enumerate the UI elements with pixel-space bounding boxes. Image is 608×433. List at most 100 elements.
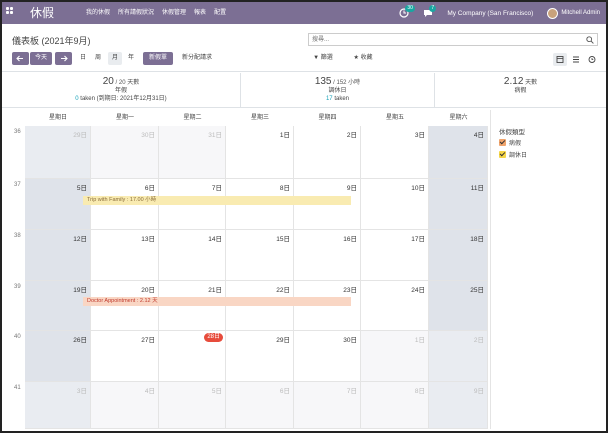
day-cell[interactable]: 13日 [91,230,159,281]
activity-clock-icon[interactable]: 30 [399,5,415,18]
day-cell[interactable]: 23日 [294,281,361,331]
messages-icon[interactable]: 7 [423,5,437,18]
day-cell[interactable]: 29日 [25,126,91,179]
user-avatar[interactable] [547,7,559,19]
day-cell[interactable]: 6日 [226,382,294,429]
day-number: 16日 [343,236,357,243]
week-number: 36 [14,129,21,135]
day-number: 6日 [144,185,155,192]
day-cell[interactable]: 30日 [91,126,159,179]
day-cell[interactable]: 17日 [361,230,429,281]
arrow-left-icon [16,55,23,62]
day-cell[interactable]: 14日 [159,230,226,281]
day-cell[interactable]: 3日 [361,126,429,179]
day-cell[interactable]: 26日 [25,331,91,382]
day-cell[interactable]: 2日 [429,331,488,382]
day-cell[interactable]: 27日 [91,331,159,382]
today-button[interactable]: 今天 [30,52,52,65]
activity-view-button[interactable] [585,53,599,66]
day-number: 5日 [211,388,222,395]
company-switcher[interactable]: My Company (San Francisco) [447,10,533,17]
new-leave-button[interactable]: 新假單 [143,52,173,65]
activity-count-badge: 30 [405,5,415,12]
menu-leave-manage[interactable]: 休假管理 [158,2,190,24]
day-cell[interactable]: 8日 [361,382,429,429]
new-allocation-button[interactable]: 新分配請求 [176,52,218,65]
search-icon[interactable] [586,36,594,44]
day-cell[interactable]: 29日 [226,331,294,382]
checkbox-icon[interactable] [499,139,506,146]
day-cell[interactable]: 31日 [159,126,226,179]
day-number: 7日 [211,185,222,192]
day-number: 12日 [73,236,87,243]
day-cell[interactable]: 10日 [361,179,429,230]
summary-name: 調休日 [328,88,347,94]
day-cell[interactable]: 18日 [429,230,488,281]
scale-day-button[interactable]: 日 [76,52,90,65]
day-cell[interactable]: 15日 [226,230,294,281]
leave-event[interactable]: Trip with Family : 17.00 小時 [83,196,351,205]
star-icon: ★ [353,55,359,61]
user-menu[interactable]: Mitchell Admin [561,10,600,16]
summary-comp[interactable]: 135 / 152 小時 調休日 17 taken [241,76,434,103]
summary-taken: 0 taken (到期日: 2021年12月31日) [75,96,167,102]
leave-summary: 20 / 20 天數 年假 0 taken (到期日: 2021年12月31日)… [2,73,606,108]
day-number: 11日 [470,185,484,192]
day-cell[interactable]: 21日 [159,281,226,331]
prev-button[interactable] [12,52,29,65]
scale-month-button[interactable]: 月 [108,52,122,65]
control-panel: 儀表板 (2021年9月) 今天 日 周 月 年 新假單 新分配請求 ▼ 篩選 … [2,24,606,72]
app-brand[interactable]: 休假 [30,5,54,21]
day-cell[interactable]: 3日 [25,382,91,429]
day-cell[interactable]: 4日 [91,382,159,429]
search-input[interactable] [309,34,579,45]
day-number: 18日 [470,236,484,243]
summary-total: / 152 小時 [333,80,361,86]
day-cell[interactable]: 7日 [294,382,361,429]
day-cell[interactable]: 2日 [294,126,361,179]
favorites-button[interactable]: ★ 收藏 [348,52,378,65]
day-cell[interactable]: 19日 [25,281,91,331]
calendar-view-button[interactable] [553,53,567,66]
filter-button[interactable]: ▼ 篩選 [308,52,338,65]
day-cell[interactable]: 20日 [91,281,159,331]
day-cell[interactable]: 5日 [25,179,91,230]
day-cell[interactable]: 12日 [25,230,91,281]
day-cell[interactable]: 1日 [361,331,429,382]
day-cell[interactable]: 4日 [429,126,488,179]
apps-menu-icon[interactable] [6,7,16,17]
week-number: 39 [14,284,21,290]
menu-config[interactable]: 配置 [210,2,230,24]
week-number: 38 [14,233,21,239]
next-button[interactable] [55,52,72,65]
day-cell[interactable]: 9日 [429,382,488,429]
filter-sick-leave[interactable]: 病假 [499,138,521,147]
day-cell[interactable]: 25日 [429,281,488,331]
checkbox-icon[interactable] [499,151,506,158]
day-cell[interactable]: 30日 [294,331,361,382]
day-cell[interactable]: 1日 [226,126,294,179]
summary-total: / 20 天數 [115,80,140,86]
day-cell[interactable]: 22日 [226,281,294,331]
filter-comp-day[interactable]: 調休日 [499,150,527,159]
list-view-button[interactable] [569,53,583,66]
clock-icon [588,56,596,63]
summary-annual[interactable]: 20 / 20 天數 年假 0 taken (到期日: 2021年12月31日) [2,76,240,103]
menu-my-leave[interactable]: 我的休假 [82,2,114,24]
filter-sidebar: 休假類型 病假 調休日 [490,110,606,429]
day-number: 21日 [208,287,222,294]
day-cell[interactable]: 5日 [159,382,226,429]
menu-reports[interactable]: 報表 [190,2,210,24]
day-cell[interactable]: 24日 [361,281,429,331]
day-number: 30日 [141,132,155,139]
week-number: 37 [14,182,21,188]
summary-sick[interactable]: 2.12 天數 病假 [435,76,606,95]
menu-all-leave[interactable]: 所有請假狀況 [114,2,158,24]
scale-week-button[interactable]: 周 [91,52,105,65]
day-cell[interactable]: 11日 [429,179,488,230]
scale-year-button[interactable]: 年 [124,52,138,65]
leave-event[interactable]: Doctor Appointment : 2.12 天 [83,297,351,306]
day-number: 1日 [414,337,425,344]
day-cell[interactable]: 28日 [159,331,226,382]
day-cell[interactable]: 16日 [294,230,361,281]
